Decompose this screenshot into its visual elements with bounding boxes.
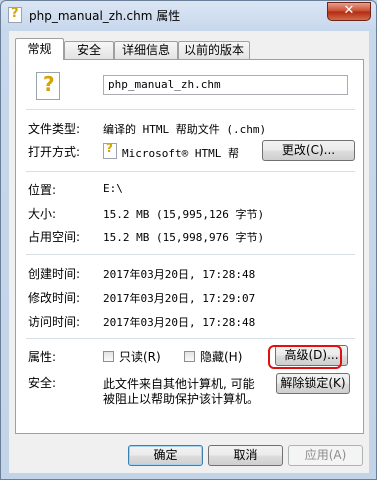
help-viewer-icon (103, 141, 117, 159)
tab-general[interactable]: 常规 (15, 38, 64, 60)
properties-window: php_manual_zh.chm 属性 ✕ 常规 安全 详细信息 以前的版本 … (0, 0, 377, 480)
size-label: 大小: (28, 207, 57, 221)
created-value: 2017年03月20日, 17:28:48 (103, 268, 256, 281)
unblock-button[interactable]: 解除锁定(K) (276, 373, 350, 394)
separator (26, 171, 355, 172)
size-on-disk-label: 占用空间: (28, 230, 81, 244)
general-panel: ? php_manual_zh.chm 文件类型: 编译的 HTML 帮助文件 … (15, 59, 364, 434)
ok-button[interactable]: 确定 (128, 445, 203, 466)
chm-help-file-icon: ? (36, 72, 60, 100)
tab-security[interactable]: 安全 (64, 41, 114, 59)
file-name-input[interactable]: php_manual_zh.chm (103, 75, 348, 95)
close-button[interactable]: ✕ (327, 2, 371, 21)
size-value: 15.2 MB (15,995,126 字节) (103, 208, 265, 221)
separator (26, 338, 355, 339)
hidden-label[interactable]: 隐藏(H) (200, 348, 242, 365)
title-bar[interactable]: php_manual_zh.chm 属性 ✕ (1, 1, 376, 29)
dialog-client: 常规 安全 详细信息 以前的版本 ? php_manual_zh.chm 文件类… (9, 31, 369, 473)
cancel-button[interactable]: 取消 (208, 445, 283, 466)
accessed-value: 2017年03月20日, 17:28:48 (103, 316, 256, 329)
file-type-label: 文件类型: (28, 122, 81, 136)
location-value: E:\ (103, 182, 123, 195)
chm-file-icon (8, 6, 22, 23)
opens-with-value: Microsoft® HTML 帮 (122, 147, 239, 160)
change-button[interactable]: 更改(C)... (262, 140, 355, 161)
window-title: php_manual_zh.chm 属性 (29, 9, 181, 23)
attributes-label: 属性: (28, 350, 57, 364)
modified-value: 2017年03月20日, 17:29:07 (103, 292, 256, 305)
modified-label: 修改时间: (28, 291, 81, 305)
security-text-line2: 被阻止以帮助保护该计算机。 (103, 392, 260, 406)
separator (26, 254, 355, 255)
location-label: 位置: (28, 183, 57, 197)
separator (26, 109, 355, 110)
security-label: 安全: (28, 376, 57, 390)
tab-details[interactable]: 详细信息 (114, 41, 178, 59)
apply-button[interactable]: 应用(A) (288, 445, 363, 466)
hidden-checkbox[interactable] (184, 351, 195, 362)
readonly-checkbox[interactable] (103, 351, 114, 362)
size-on-disk-value: 15.2 MB (15,998,976 字节) (103, 231, 265, 244)
unblock-highlight-annotation (268, 345, 342, 369)
created-label: 创建时间: (28, 267, 81, 281)
file-type-value: 编译的 HTML 帮助文件 (.chm) (103, 123, 267, 136)
readonly-label[interactable]: 只读(R) (119, 348, 161, 365)
tab-previous-versions[interactable]: 以前的版本 (178, 41, 250, 59)
opens-with-label: 打开方式: (28, 145, 81, 159)
accessed-label: 访问时间: (28, 315, 81, 329)
